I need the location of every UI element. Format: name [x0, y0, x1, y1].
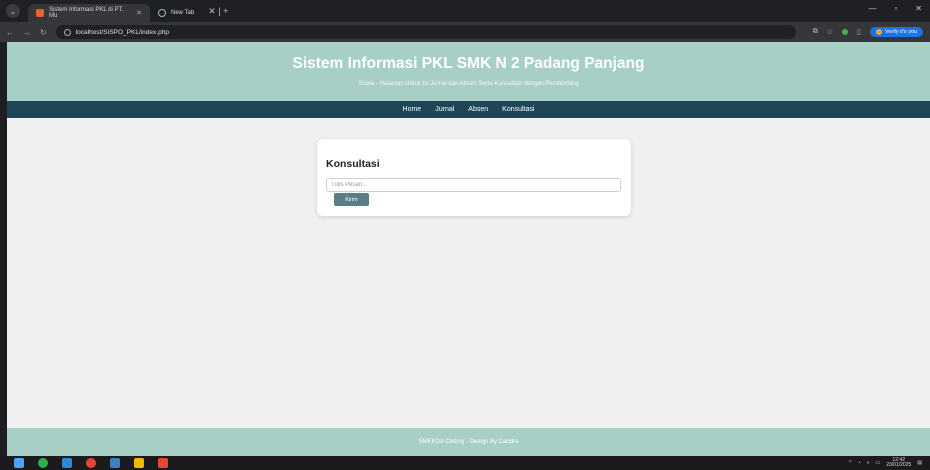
tab-label: New Tab	[171, 10, 195, 16]
sidepanel-icon[interactable]: ▯	[857, 28, 861, 36]
browser-tab-active[interactable]: Sistem Informasi PKL di PT. Mu ✕	[28, 4, 150, 22]
web-page: Sistem Informasi PKL SMK N 2 Padang Panj…	[7, 42, 930, 456]
store-icon[interactable]	[110, 458, 120, 468]
forward-arrow-icon[interactable]: →	[23, 28, 31, 37]
chevron-down-icon[interactable]: ⌄	[6, 4, 20, 18]
back-arrow-icon[interactable]: ←	[6, 28, 14, 37]
tab-label: Sistem Informasi PKL di PT. Mu	[49, 7, 124, 19]
nav-jurnal[interactable]: Jurnal	[435, 106, 454, 113]
window-controls: — ▫ ✕	[868, 4, 922, 13]
reload-icon[interactable]: ↻	[40, 28, 47, 37]
nav-konsultasi[interactable]: Konsultasi	[502, 106, 534, 113]
minimize-icon[interactable]: —	[868, 4, 876, 13]
notification-icon[interactable]: ▤	[917, 460, 922, 466]
verify-button[interactable]: Verify it's you	[869, 27, 924, 37]
site-header: Sistem Informasi PKL SMK N 2 Padang Panj…	[7, 42, 930, 101]
main-nav: Home Jurnal Absen Konsultasi	[7, 101, 930, 118]
network-icon[interactable]: ◔	[857, 460, 860, 466]
site-title: Sistem Informasi PKL SMK N 2 Padang Panj…	[292, 55, 645, 72]
card-heading: Konsultasi	[326, 158, 380, 170]
toolbar-icons: ⧉ ☆ ▯ Verify it's you	[813, 27, 924, 37]
whatsapp-icon[interactable]	[38, 458, 48, 468]
tray-chevron-icon[interactable]: ^	[849, 460, 851, 466]
consultation-card: Konsultasi Kirim	[317, 139, 631, 216]
site-footer: SMEKDA Coding - Design By Candra	[7, 428, 930, 456]
taskbar: ^ ◔ ◖ ▭ 12:42 23/01/2025 ▤	[0, 456, 930, 470]
browser-tab-bar: ⌄ Sistem Informasi PKL di PT. Mu ✕ New T…	[0, 0, 930, 22]
windows-start-icon[interactable]	[14, 458, 24, 468]
profile-icon	[875, 29, 882, 35]
translate-icon[interactable]: ⧉	[813, 28, 818, 36]
battery-icon[interactable]: ▭	[876, 460, 881, 466]
message-input[interactable]	[326, 178, 621, 192]
extension-icon[interactable]	[841, 29, 848, 35]
site-info-icon[interactable]	[63, 28, 71, 36]
nav-absen[interactable]: Absen	[468, 106, 488, 113]
volume-icon[interactable]: ◖	[866, 460, 869, 466]
maximize-icon[interactable]: ▫	[894, 4, 897, 13]
star-icon[interactable]: ☆	[827, 28, 833, 36]
browser-tab-newtab[interactable]: New Tab	[150, 4, 202, 22]
url-input[interactable]: localhost/SISPO_PKL/index.php	[55, 25, 796, 39]
clock-date: 23/01/2025	[886, 462, 912, 468]
app-icon[interactable]	[158, 458, 168, 468]
chrome-icon[interactable]	[86, 458, 96, 468]
system-tray: ^ ◔ ◖ ▭ 12:42 23/01/2025 ▤	[849, 458, 922, 468]
vscode-icon[interactable]	[62, 458, 72, 468]
verify-label: Verify it's you	[884, 29, 918, 35]
favicon-icon	[36, 9, 44, 17]
file-explorer-icon[interactable]	[134, 458, 144, 468]
nav-home[interactable]: Home	[403, 106, 422, 113]
site-subtitle: Siswa - Halaman Untuk Isi Jurnal dan Abs…	[358, 81, 579, 87]
close-icon[interactable]: ✕	[136, 9, 142, 17]
clock[interactable]: 12:42 23/01/2025	[886, 458, 911, 468]
main-content: Konsultasi Kirim	[7, 118, 930, 416]
address-bar: ← → ↻ localhost/SISPO_PKL/index.php ⧉ ☆ …	[0, 22, 930, 42]
plus-icon[interactable]: ✕ | +	[208, 6, 228, 17]
send-button[interactable]: Kirim	[334, 193, 369, 206]
url-text: localhost/SISPO_PKL/index.php	[75, 28, 169, 36]
close-window-icon[interactable]: ✕	[915, 4, 922, 13]
globe-icon	[158, 9, 166, 17]
